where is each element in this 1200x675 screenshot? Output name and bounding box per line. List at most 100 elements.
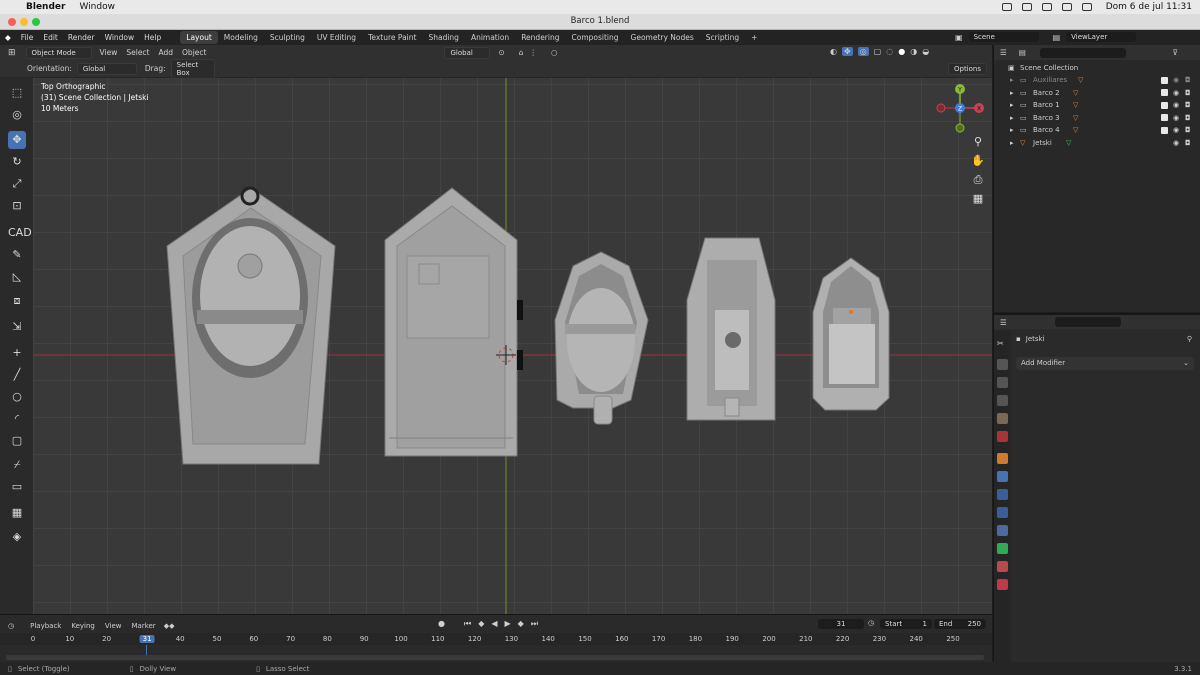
scene-tab-icon[interactable] xyxy=(997,413,1008,424)
jump-end-icon[interactable]: ⏭ xyxy=(531,619,538,629)
add-workspace-button[interactable]: + xyxy=(745,31,763,44)
shape-tool-icon[interactable]: ▭ xyxy=(8,478,26,496)
annotate-tool-icon[interactable]: ✎ xyxy=(8,246,26,264)
eyedropper-tool-icon[interactable]: ⌿ xyxy=(8,456,26,474)
add-circle-tool-icon[interactable]: ○ xyxy=(8,388,26,406)
view-layer-tab-icon[interactable] xyxy=(997,395,1008,406)
texture-tab-icon[interactable] xyxy=(997,579,1008,590)
orientation-dropdown[interactable]: Global xyxy=(76,62,137,75)
record-icon[interactable]: ● xyxy=(438,619,445,629)
view-layer-icon[interactable]: ▤ xyxy=(1053,33,1061,42)
expand-arrow-icon[interactable]: ▸ xyxy=(1010,126,1014,134)
xray-icon[interactable]: ▢ xyxy=(874,47,882,56)
tab-shading[interactable]: Shading xyxy=(422,31,464,44)
add-cube-tool-icon[interactable]: ⧈ xyxy=(8,292,26,310)
outliner-item-barco-1[interactable]: ▸ ▭ Barco 1 ▽ ◉ ◘ xyxy=(994,99,1200,112)
os-app-name[interactable]: Blender xyxy=(26,2,65,12)
menu-object[interactable]: Object xyxy=(182,48,206,57)
pivot-icon[interactable]: ⊙ xyxy=(498,48,504,57)
shading-solid-icon[interactable]: ● xyxy=(898,47,905,56)
exclude-checkbox[interactable] xyxy=(1161,76,1168,84)
exclude-checkbox[interactable] xyxy=(1161,89,1168,97)
transform-orientation-dropdown[interactable]: Global xyxy=(444,46,491,59)
measure-tool-icon[interactable]: ◺ xyxy=(8,268,26,286)
zoom-view-icon[interactable]: ⚲ xyxy=(970,134,986,150)
pan-view-icon[interactable]: ✋ xyxy=(970,153,986,169)
cad-tool-icon[interactable]: CAD xyxy=(8,224,32,242)
keyframe-nav-icon[interactable]: ◆◆ xyxy=(164,622,175,630)
world-tab-icon[interactable] xyxy=(997,431,1008,442)
expand-arrow-icon[interactable]: ▸ xyxy=(1010,139,1014,147)
exclude-checkbox[interactable] xyxy=(1161,126,1168,134)
menu-window[interactable]: Window xyxy=(100,33,140,42)
outliner-editor-icon[interactable]: ☰ xyxy=(1000,48,1007,57)
material-tab-icon[interactable] xyxy=(997,561,1008,572)
particles-tab-icon[interactable] xyxy=(997,489,1008,500)
mode-dropdown[interactable]: Object Mode xyxy=(25,46,92,59)
add-line-tool-icon[interactable]: ╱ xyxy=(8,366,26,384)
menu-timeline-view[interactable]: View xyxy=(105,622,122,630)
physics-tab-icon[interactable] xyxy=(997,507,1008,518)
outliner-item-auxiliares[interactable]: ▸ ▭ Auxiliares ▽ ◉ ◘ xyxy=(994,74,1200,87)
eye-icon[interactable]: ◉ xyxy=(1173,139,1179,147)
shading-wireframe-icon[interactable]: ◌ xyxy=(886,47,893,56)
snap-utility-tool-icon[interactable]: ◈ xyxy=(8,528,26,546)
minimize-window-button[interactable] xyxy=(20,18,28,26)
play-icon[interactable]: ▶ xyxy=(505,619,511,629)
proportional-edit-icon[interactable]: ○ xyxy=(551,48,558,57)
screen-icon[interactable] xyxy=(1021,3,1032,11)
camera-icon[interactable]: ◘ xyxy=(1185,76,1191,84)
display-mode-icon[interactable]: ▤ xyxy=(1019,48,1026,57)
cursor-tool-icon[interactable]: ◎ xyxy=(8,106,26,124)
object-tab-icon[interactable] xyxy=(997,453,1008,464)
tab-modeling[interactable]: Modeling xyxy=(218,31,264,44)
rotate-tool-icon[interactable]: ↻ xyxy=(8,153,26,171)
outliner-root[interactable]: ▣ Scene Collection xyxy=(994,62,1200,75)
menu-render[interactable]: Render xyxy=(63,33,100,42)
editor-type-icon[interactable]: ⊞ xyxy=(8,48,16,58)
modifier-tab-icon[interactable] xyxy=(997,471,1008,482)
options-dropdown[interactable]: Options xyxy=(947,62,987,75)
camera-view-icon[interactable]: ⎙ xyxy=(970,172,986,188)
menu-edit[interactable]: Edit xyxy=(38,33,63,42)
properties-editor-icon[interactable]: ☰ xyxy=(1000,318,1007,327)
menu-select[interactable]: Select xyxy=(126,48,149,57)
close-window-button[interactable] xyxy=(8,18,16,26)
expand-arrow-icon[interactable]: ▸ xyxy=(1010,101,1014,109)
visibility-icon[interactable]: ◐ xyxy=(830,47,837,56)
zoom-window-button[interactable] xyxy=(32,18,40,26)
play-reverse-icon[interactable]: ◀ xyxy=(491,619,497,629)
data-tab-icon[interactable] xyxy=(997,543,1008,554)
ortho-toggle-icon[interactable]: ▦ xyxy=(970,191,986,207)
exclude-checkbox[interactable] xyxy=(1161,101,1168,109)
jump-start-icon[interactable]: ⏮ xyxy=(464,619,471,629)
camera-icon[interactable]: ◘ xyxy=(1185,126,1191,134)
os-menu-window[interactable]: Window xyxy=(79,2,115,12)
scene-icon[interactable]: ▣ xyxy=(955,33,963,42)
expand-arrow-icon[interactable]: ▸ xyxy=(1010,114,1014,122)
render-tab-icon[interactable] xyxy=(997,359,1008,370)
select-box-tool-icon[interactable]: ⬚ xyxy=(8,84,26,102)
eye-icon[interactable]: ◉ xyxy=(1173,89,1179,97)
frame-ruler[interactable]: 0 10 20 31 40 50 60 70 80 90 100 110 120 130 140 150 160… xyxy=(0,633,992,645)
camera-icon[interactable]: ◘ xyxy=(1185,114,1191,122)
camera-icon[interactable]: ◘ xyxy=(1185,139,1191,147)
tab-texture-paint[interactable]: Texture Paint xyxy=(362,31,422,44)
eye-icon[interactable]: ◉ xyxy=(1173,126,1179,134)
menu-view[interactable]: View xyxy=(100,48,118,57)
blender-logo-icon[interactable]: ◆ xyxy=(0,33,16,42)
gizmo-toggle-icon[interactable]: ✥ xyxy=(841,47,853,56)
filter-icon[interactable]: ⊽ xyxy=(1173,48,1179,57)
tab-uv-editing[interactable]: UV Editing xyxy=(311,31,362,44)
move-tool-icon[interactable]: ✥ xyxy=(8,131,26,149)
snap-icon[interactable]: ⌂ xyxy=(519,48,524,57)
menu-file[interactable]: File xyxy=(16,33,39,42)
tab-layout[interactable]: Layout xyxy=(180,31,218,44)
shading-rendered-icon[interactable]: ◒ xyxy=(922,47,929,56)
tab-geometry-nodes[interactable]: Geometry Nodes xyxy=(625,31,700,44)
camera-icon[interactable]: ◘ xyxy=(1185,89,1191,97)
navigation-gizmo[interactable]: Y Z X xyxy=(930,80,990,140)
outliner-item-barco-4[interactable]: ▸ ▭ Barco 4 ▽ ◉ ◘ xyxy=(994,124,1200,137)
menu-add[interactable]: Add xyxy=(159,48,174,57)
timeline-editor-icon[interactable]: ◷ xyxy=(8,622,14,630)
